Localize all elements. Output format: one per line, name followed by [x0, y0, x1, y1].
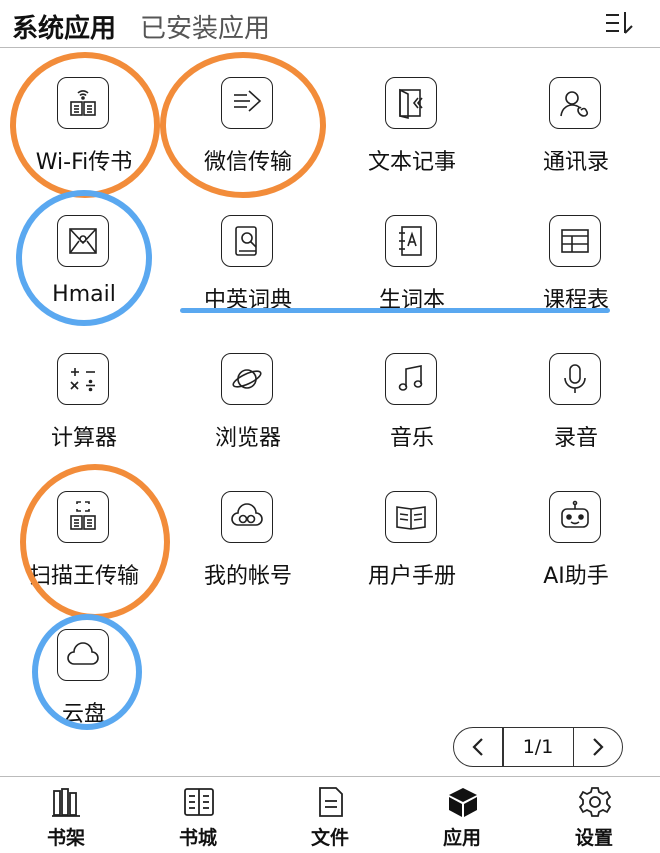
app-label: 我的帐号	[203, 564, 292, 589]
app-label: 用户手册	[367, 564, 456, 589]
app-browser[interactable]: 浏览器	[166, 336, 330, 456]
app-contacts[interactable]: 通讯录	[494, 60, 658, 180]
notes-icon	[385, 77, 437, 129]
gear-icon	[578, 787, 612, 817]
bookstore-icon	[184, 788, 214, 816]
music-note-icon	[385, 353, 437, 405]
nav-label: 书城	[178, 827, 217, 849]
contacts-icon	[549, 77, 601, 129]
app-recorder[interactable]: 录音	[494, 336, 658, 456]
nav-item-settings[interactable]: 设置	[528, 777, 660, 853]
vocabulary-book-icon	[385, 215, 437, 267]
app-hmail[interactable]: Hmail	[2, 198, 166, 318]
app-label: 文本记事	[367, 150, 456, 175]
app-wifi-transfer[interactable]: Wi-Fi传书	[2, 60, 166, 180]
pager-divider	[572, 728, 574, 766]
app-user-manual[interactable]: 用户手册	[330, 474, 494, 594]
chevron-left-icon[interactable]	[464, 732, 494, 762]
app-label: 微信传输	[203, 150, 292, 175]
app-scan-transfer[interactable]: 扫描王传输	[2, 474, 166, 594]
mail-icon	[57, 215, 109, 267]
pager: 1/1	[453, 727, 623, 767]
app-label: 计算器	[50, 426, 117, 451]
robot-icon	[549, 491, 601, 543]
nav-item-apps[interactable]: 应用	[396, 777, 528, 853]
app-text-notes[interactable]: 文本记事	[330, 60, 494, 180]
microphone-icon	[549, 353, 601, 405]
chevron-right-icon[interactable]	[582, 732, 612, 762]
app-my-account[interactable]: 我的帐号	[166, 474, 330, 594]
app-label: 云盘	[61, 702, 106, 727]
app-dictionary[interactable]: 中英词典	[166, 198, 330, 318]
app-label: 音乐	[389, 426, 434, 451]
timetable-icon	[549, 215, 601, 267]
app-timetable[interactable]: 课程表	[494, 198, 658, 318]
calculator-icon	[57, 353, 109, 405]
apps-cube-icon	[449, 788, 477, 817]
app-vocabulary[interactable]: 生词本	[330, 198, 494, 318]
app-music[interactable]: 音乐	[330, 336, 494, 456]
wechat-transfer-icon	[221, 77, 273, 129]
scan-transfer-icon	[57, 491, 109, 543]
app-label: 扫描王传输	[28, 564, 139, 589]
app-label: 生词本	[378, 288, 445, 313]
app-label: 中英词典	[203, 288, 292, 313]
app-label: 浏览器	[214, 426, 281, 451]
tab-installed-apps[interactable]: 已安装应用	[140, 8, 270, 45]
dictionary-icon	[221, 215, 273, 267]
page-indicator: 1/1	[522, 736, 554, 758]
top-tab-bar: 系统应用 已安装应用	[0, 0, 660, 48]
nav-label: 书架	[46, 827, 85, 849]
nav-item-files[interactable]: 文件	[264, 777, 396, 853]
nav-label: 应用	[442, 827, 481, 849]
app-wechat-transfer[interactable]: 微信传输	[166, 60, 330, 180]
manual-book-icon	[385, 491, 437, 543]
nav-label: 设置	[574, 827, 613, 849]
cloud-account-icon	[221, 491, 273, 543]
bookshelf-icon	[52, 788, 80, 817]
app-ai-assistant[interactable]: AI助手	[494, 474, 658, 594]
app-label: Hmail	[52, 282, 116, 307]
browser-planet-icon	[221, 353, 273, 405]
nav-label: 文件	[310, 827, 349, 849]
app-label: AI助手	[543, 564, 609, 589]
nav-item-bookstore[interactable]: 书城	[132, 777, 264, 853]
tab-system-apps[interactable]: 系统应用	[12, 8, 116, 45]
app-label: 录音	[553, 426, 598, 451]
nav-item-bookshelf[interactable]: 书架	[0, 777, 132, 853]
bottom-nav: 书架 书城 文件 应用 设置	[0, 777, 660, 853]
app-calculator[interactable]: 计算器	[2, 336, 166, 456]
cloud-drive-icon	[57, 629, 109, 681]
app-label: 通讯录	[542, 150, 609, 175]
header-divider	[0, 47, 660, 48]
file-icon	[319, 787, 343, 817]
wifi-book-icon	[57, 77, 109, 129]
app-label: 课程表	[542, 288, 609, 313]
app-cloud-drive[interactable]: 云盘	[2, 612, 166, 732]
app-label: Wi-Fi传书	[35, 150, 133, 175]
menu-icon[interactable]	[604, 10, 634, 36]
